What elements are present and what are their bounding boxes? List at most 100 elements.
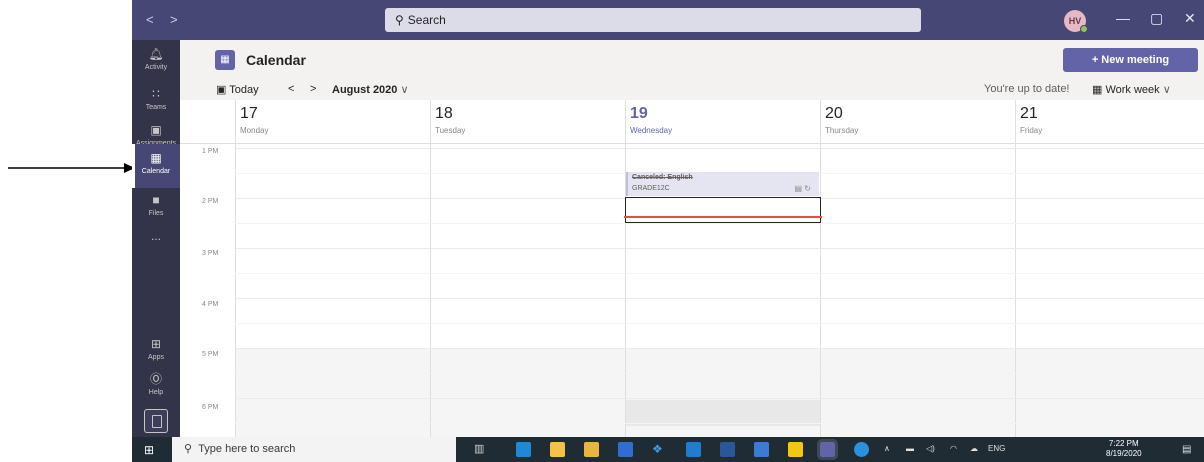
view-calendar-icon: ▦ [1092,84,1103,96]
rail-item-activity[interactable]: 🔔︎ Activity [132,40,180,84]
today-button[interactable]: ▣ Today [216,83,259,96]
hour-line [235,398,1204,399]
day-number[interactable]: 17 [240,105,258,123]
hour-label: 1 PM [202,148,219,155]
page-title: Calendar [246,52,306,68]
avatar[interactable]: HV [1064,10,1088,33]
screenshot-canvas: < > ⚲ Search HV — ▢ ✕ 🔔︎ Activity ∷ Teams [0,0,1204,462]
month-label: August 2020 [332,84,398,96]
files-icon: ■ [152,193,160,207]
half-hour-line [235,273,1204,274]
close-button[interactable]: ✕ [1184,10,1196,27]
windows-taskbar: ⊞ ⚲ Type here to search ▥ ❖ ∧ ▬ ◁) ◠ ☁ E… [132,437,1204,462]
rail-label-help: Help [148,389,164,396]
rail-label-apps: Apps [148,354,164,361]
battery-icon[interactable]: ▬ [906,444,914,453]
day-name: Thursday [825,126,859,135]
search-icon: ⚲ [395,13,404,27]
app-blue-icon[interactable] [754,442,769,457]
mail-icon[interactable] [686,442,701,457]
sync-status: You're up to date! [984,83,1070,95]
back-button[interactable]: < [146,12,154,27]
hour-line [235,348,1204,349]
file-explorer-icon[interactable] [584,442,599,457]
edge-icon[interactable] [516,442,531,457]
apps-icon: ⊞ [150,337,162,351]
day-name: Friday [1020,126,1043,135]
teams-window: < > ⚲ Search HV — ▢ ✕ 🔔︎ Activity ∷ Teams [132,0,1204,437]
title-bar: < > ⚲ Search HV — ▢ ✕ [132,0,1204,40]
bell-icon: 🔔︎ [148,47,164,61]
rail-item-calendar[interactable]: ▦ Calendar [132,144,180,188]
half-hour-line [235,323,1204,324]
column-divider [1015,100,1016,437]
calendar-grid: 17 Monday 18 Tuesday 19 Wednesday 20 Thu… [180,100,1204,437]
hour-label: 3 PM [202,250,219,257]
rail-label-calendar: Calendar [141,168,171,175]
word-icon[interactable] [720,442,735,457]
language-indicator[interactable]: ENG [988,444,1005,453]
onedrive-icon[interactable]: ☁ [970,444,978,453]
taskbar-clock[interactable]: 7:22 PM 8/19/2020 [1106,439,1142,459]
calendar-header: ▦ Calendar + New meeting [180,40,1204,80]
chevron-down-icon: ∨ [400,84,409,96]
rail-label-teams: Teams [145,104,167,111]
new-meeting-button[interactable]: + New meeting [1063,48,1198,72]
taskbar-search-icon: ⚲ [184,443,193,455]
app-rail: 🔔︎ Activity ∷ Teams ▣ Assignments ▦ Cale… [132,40,180,437]
wifi-icon[interactable]: ◠ [950,444,957,453]
rail-item-help[interactable]: Ⓞ Help [132,365,180,409]
column-divider [625,100,626,437]
clock-time: 7:22 PM [1108,439,1139,448]
dropbox-icon[interactable]: ❖ [652,442,667,457]
column-divider [430,100,431,437]
more-icon: ... [150,229,161,243]
half-hour-line [235,223,1204,224]
view-label: Work week [1105,84,1160,96]
today-label: Today [229,84,259,96]
prev-week-button[interactable]: < [288,83,294,95]
help-taskbar-icon[interactable] [854,442,869,457]
taskbar-search-input[interactable]: ⚲ Type here to search [172,437,456,462]
column-divider [820,100,821,437]
day-number[interactable]: 18 [435,105,453,123]
column-divider [235,100,236,437]
day-number[interactable]: 20 [825,105,843,123]
calendar-event-canceled[interactable]: Canceled: English GRADE12C ▤ ↻ [626,172,819,196]
assignments-icon: ▣ [150,123,162,137]
minimize-button[interactable]: — [1116,10,1130,26]
taskbar-search-placeholder: Type here to search [198,443,296,455]
annotation-arrow-calendar [8,163,135,173]
volume-icon[interactable]: ◁) [926,444,935,453]
device-icon[interactable] [144,409,168,433]
next-week-button[interactable]: > [310,83,316,95]
day-number-today[interactable]: 19 [630,105,648,123]
maximize-button[interactable]: ▢ [1150,10,1163,27]
view-picker[interactable]: ▦ Work week ∨ [1092,83,1171,96]
day-name-today: Wednesday [630,126,673,135]
app-a-icon[interactable] [618,442,633,457]
selected-time-slot[interactable] [625,197,821,223]
tray-chevron-up-icon[interactable]: ∧ [884,444,890,453]
task-view-icon[interactable]: ▥ [474,442,489,457]
search-input[interactable]: ⚲ Search [385,8,921,32]
teams-icon: ∷ [152,87,160,101]
notifications-icon[interactable]: ▤ [1182,444,1191,455]
recurring-icon: ▤ ↻ [794,184,811,193]
windows-start-icon[interactable]: ⊞ [144,443,154,462]
store-icon[interactable] [550,442,565,457]
calendar-toolbar: ▣ Today < > August 2020 ∨ You're up to d… [180,80,1204,100]
forward-button[interactable]: > [170,12,178,27]
app-yellow-icon[interactable] [788,442,803,457]
rail-item-more[interactable]: ... [132,222,180,266]
help-icon: Ⓞ [149,372,162,386]
search-placeholder: Search [407,13,446,27]
day-number[interactable]: 21 [1020,105,1038,123]
month-picker[interactable]: August 2020 ∨ [332,83,409,96]
teams-taskbar-icon[interactable] [817,439,838,460]
hour-label: 4 PM [202,301,219,308]
hour-line [235,298,1204,299]
rail-label-activity: Activity [144,64,168,71]
half-hour-line [235,423,1204,424]
hour-label: 6 PM [202,404,219,411]
